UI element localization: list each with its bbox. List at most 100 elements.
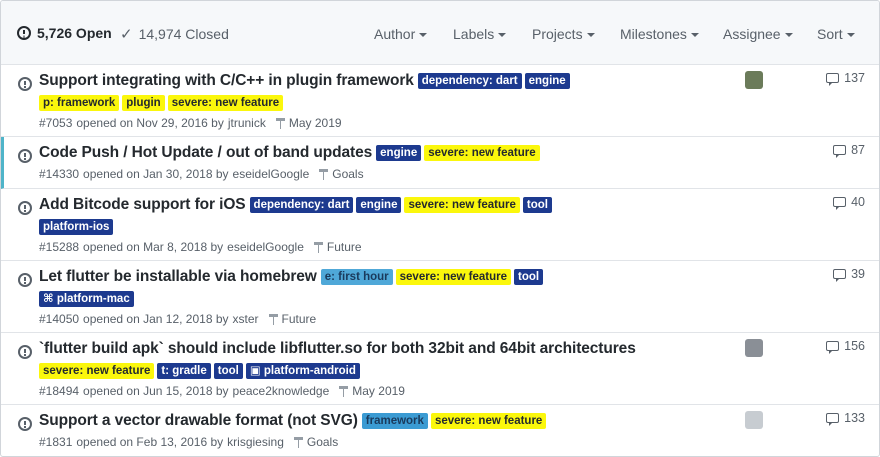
issue-row[interactable]: Let flutter be installable via homebrew e… <box>1 261 879 333</box>
assignee-filter[interactable]: Assignee <box>723 26 793 42</box>
issue-author-link[interactable]: eseidelGoogle <box>233 167 310 181</box>
issue-label[interactable]: plugin <box>122 95 165 111</box>
comment-icon <box>826 73 840 86</box>
issue-row[interactable]: `flutter build apk` should include libfl… <box>1 333 879 405</box>
issue-number: #14050 <box>39 312 80 326</box>
comments-link[interactable]: 137 <box>826 71 865 86</box>
milestones-filter-label: Milestones <box>620 26 687 42</box>
issue-title-link[interactable]: Let flutter be installable via homebrew <box>39 268 317 286</box>
issue-author-link[interactable]: xster <box>233 312 259 326</box>
comments-link[interactable]: 156 <box>826 339 865 354</box>
issue-opened-text: opened on Jan 30, 2018 by <box>83 167 229 181</box>
comments-link[interactable]: 87 <box>833 143 865 158</box>
issue-opened-text: opened on Jun 15, 2018 by <box>83 384 229 398</box>
open-issues-tab[interactable]: 5,726 Open <box>17 25 112 41</box>
comments-link[interactable]: 40 <box>833 195 865 210</box>
issue-title-link[interactable]: Support a vector drawable format (not SV… <box>39 412 358 430</box>
open-count: 5,726 Open <box>37 25 112 41</box>
issue-label[interactable]: severe: new feature <box>395 269 512 285</box>
projects-filter-label: Projects <box>532 26 583 42</box>
comment-icon <box>826 341 840 354</box>
milestone-icon <box>275 117 285 129</box>
comment-icon <box>833 269 847 282</box>
issue-opened-icon <box>18 273 32 287</box>
issue-title-link[interactable]: `flutter build apk` should include libfl… <box>39 340 636 358</box>
issue-title-link[interactable]: Code Push / Hot Update / out of band upd… <box>39 144 372 162</box>
issue-label[interactable]: severe: new feature <box>39 363 155 379</box>
issue-title-line: Let flutter be installable via homebrew e… <box>39 265 546 289</box>
issue-label[interactable]: tool <box>213 363 243 379</box>
labels-filter[interactable]: Labels <box>453 26 507 42</box>
issue-milestone[interactable]: Future <box>313 240 362 254</box>
issue-author-link[interactable]: peace2knowledge <box>233 384 330 398</box>
issue-milestone[interactable]: Goals <box>293 435 338 449</box>
issue-label[interactable]: platform-ios <box>39 219 114 235</box>
issue-label[interactable]: p: framework <box>39 95 120 111</box>
issue-milestone-label: May 2019 <box>288 116 342 130</box>
issue-label[interactable]: severe: new feature <box>167 95 284 111</box>
milestones-filter[interactable]: Milestones <box>620 26 699 42</box>
issue-row[interactable]: Support integrating with C/C++ in plugin… <box>1 65 879 137</box>
issue-author-link[interactable]: jtrunick <box>228 116 266 130</box>
issue-row[interactable]: Add Bitcode support for iOS dependency: d… <box>1 189 879 261</box>
comment-icon <box>833 197 847 210</box>
assignee-filter-label: Assignee <box>723 26 781 42</box>
issue-label[interactable]: ▣ platform-android <box>245 363 360 379</box>
issue-label[interactable]: ⌘ platform-mac <box>39 291 134 307</box>
issue-label[interactable]: severe: new feature <box>430 413 547 429</box>
issue-row[interactable]: Code Push / Hot Update / out of band upd… <box>1 137 879 189</box>
assignee-avatar[interactable] <box>745 411 763 429</box>
check-icon: ✓ <box>120 26 133 43</box>
issue-label[interactable]: dependency: dart <box>417 73 522 89</box>
milestone-icon <box>268 313 278 325</box>
issue-opened-icon <box>18 149 32 163</box>
issue-label[interactable]: engine <box>376 145 422 161</box>
issue-title-line: Support integrating with C/C++ in plugin… <box>39 69 573 93</box>
issue-label[interactable]: tool <box>522 197 552 213</box>
issue-title-link[interactable]: Support integrating with C/C++ in plugin… <box>39 72 414 90</box>
issue-label[interactable]: severe: new feature <box>404 197 520 213</box>
issue-author-link[interactable]: krisgiesing <box>227 435 284 449</box>
author-filter-label: Author <box>374 26 416 42</box>
comment-count: 137 <box>844 71 865 85</box>
projects-filter[interactable]: Projects <box>532 26 595 42</box>
issue-label[interactable]: engine <box>356 197 402 213</box>
issue-row[interactable]: Support a vector drawable format (not SV… <box>1 405 879 456</box>
comment-icon <box>826 413 840 426</box>
issue-author-link[interactable]: eseidelGoogle <box>227 240 304 254</box>
issue-label[interactable]: t: gradle <box>157 363 211 379</box>
labels-filter-label: Labels <box>453 26 495 42</box>
issue-number: #18494 <box>39 384 80 398</box>
issue-label[interactable]: dependency: dart <box>249 197 354 213</box>
assignee-avatar[interactable] <box>745 339 763 357</box>
issue-milestone[interactable]: Goals <box>319 167 364 181</box>
closed-issues-tab[interactable]: ✓ 14,974 Closed <box>120 25 229 43</box>
comment-count: 40 <box>851 195 865 209</box>
issue-opened-text: opened on Jan 12, 2018 by <box>83 312 229 326</box>
issue-milestone[interactable]: May 2019 <box>275 116 342 130</box>
issue-opened-icon <box>18 201 32 215</box>
issue-label[interactable]: framework <box>361 413 428 429</box>
caret-down-icon <box>690 33 699 38</box>
comments-link[interactable]: 39 <box>833 267 865 282</box>
issue-label[interactable]: tool <box>514 269 544 285</box>
caret-down-icon <box>586 33 595 38</box>
issue-title-line: Add Bitcode support for iOS dependency: d… <box>39 193 555 217</box>
issue-label[interactable]: engine <box>524 73 570 89</box>
comment-count: 156 <box>844 339 865 353</box>
issues-list: 5,726 Open ✓ 14,974 Closed Author Labels… <box>0 0 880 457</box>
issue-meta: #7053 opened on Nov 29, 2016 by jtrunick Ma… <box>39 116 342 130</box>
issue-title-link[interactable]: Add Bitcode support for iOS <box>39 196 246 214</box>
issue-label-row: p: framework plugin severe: new feature <box>39 95 286 111</box>
issue-label-row: ⌘ platform-mac <box>39 291 137 307</box>
assignee-avatar[interactable] <box>745 71 763 89</box>
issue-milestone[interactable]: Future <box>268 312 316 326</box>
sort-filter[interactable]: Sort <box>817 26 855 42</box>
issue-number: #1831 <box>39 435 73 449</box>
issue-label[interactable]: severe: new feature <box>424 145 540 161</box>
issue-label[interactable]: e: first hour <box>320 269 393 285</box>
author-filter[interactable]: Author <box>374 26 428 42</box>
comments-link[interactable]: 133 <box>826 411 865 426</box>
issue-meta: #15288 opened on Mar 8, 2018 by eseidelGoo… <box>39 240 362 254</box>
issue-milestone[interactable]: May 2019 <box>339 384 405 398</box>
